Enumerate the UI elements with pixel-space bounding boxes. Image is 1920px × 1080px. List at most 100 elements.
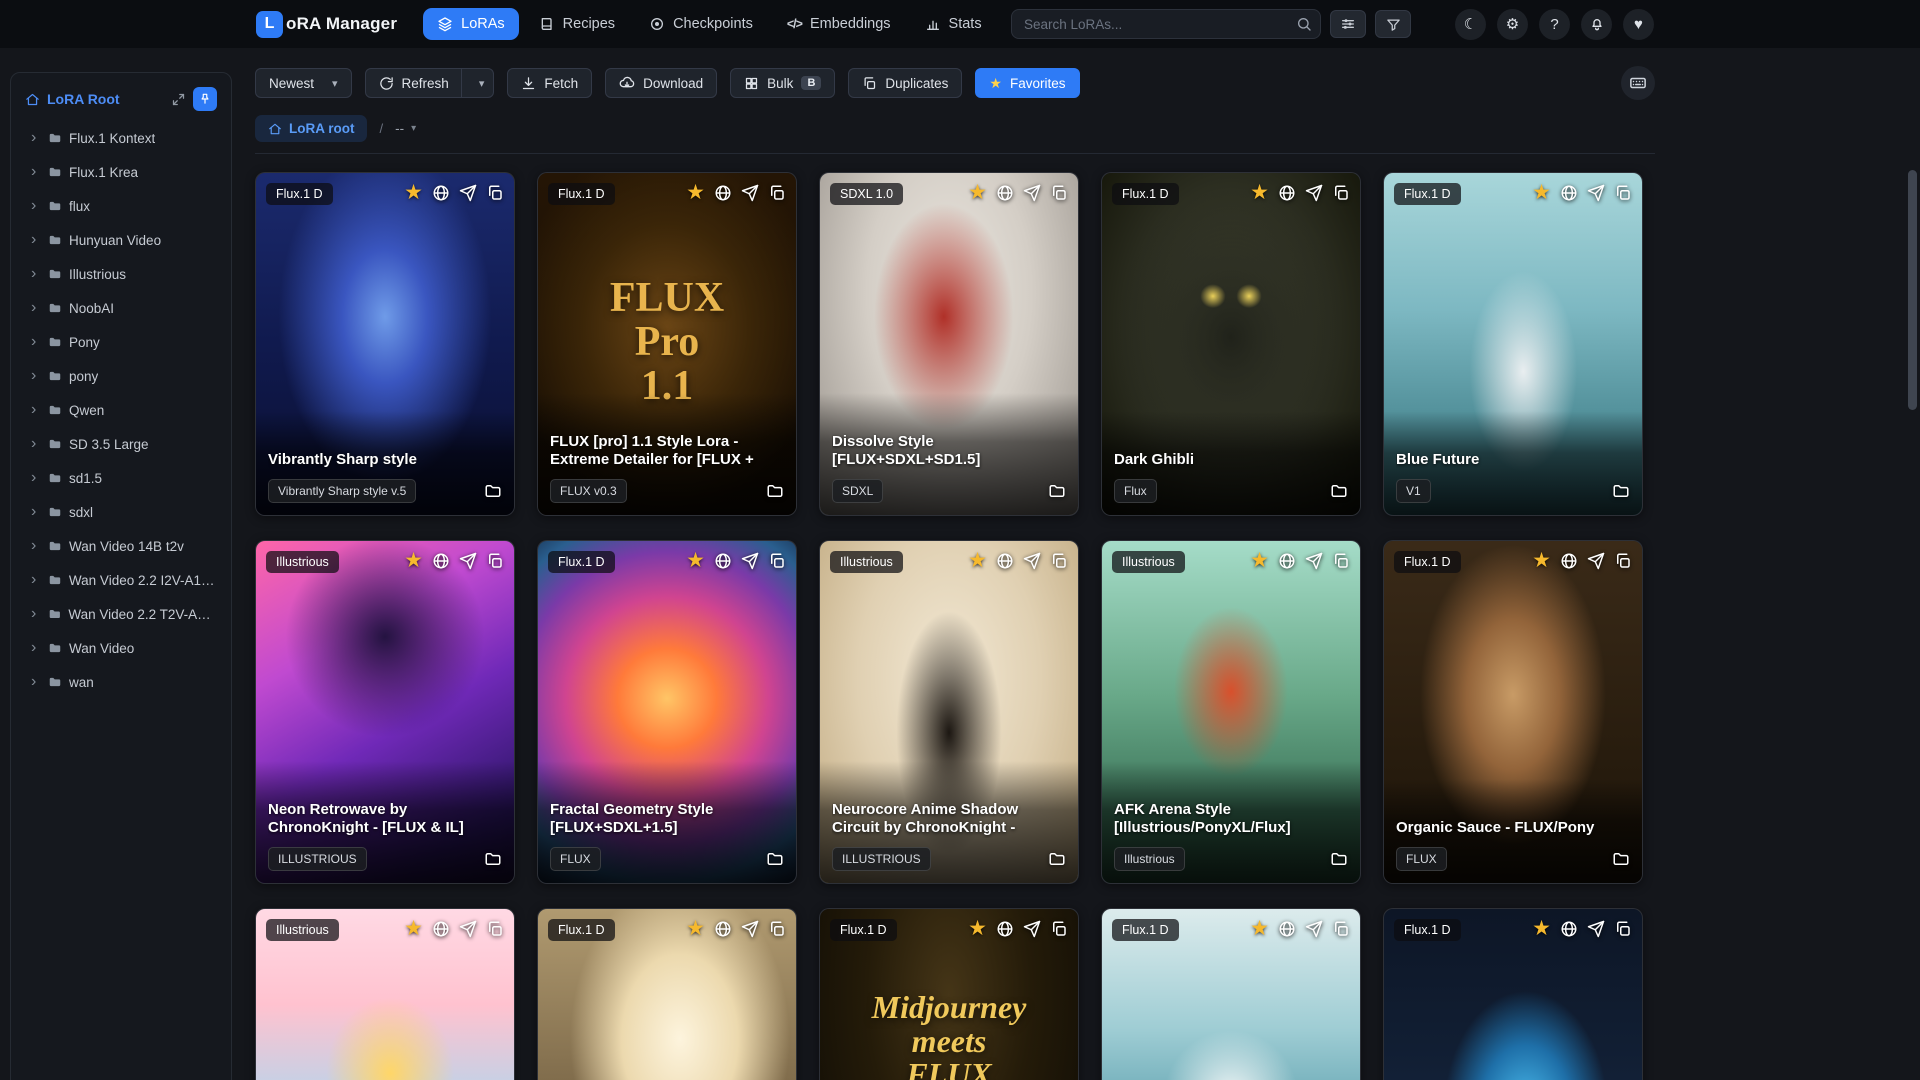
copy-icon[interactable] — [1614, 920, 1632, 938]
send-icon[interactable] — [741, 920, 759, 938]
send-icon[interactable] — [459, 184, 477, 202]
lora-card[interactable]: Flux.1 D ★ — [1101, 908, 1361, 1080]
send-icon[interactable] — [459, 552, 477, 570]
folder-icon[interactable] — [1330, 482, 1348, 500]
breadcrumb-root[interactable]: LoRA root — [255, 115, 368, 142]
globe-icon[interactable] — [996, 920, 1014, 938]
folder-icon[interactable] — [484, 850, 502, 868]
folder-icon[interactable] — [766, 482, 784, 500]
version-pill[interactable]: V1 — [1396, 479, 1431, 503]
globe-icon[interactable] — [432, 552, 450, 570]
nav-tab-loras[interactable]: LoRAs — [423, 8, 519, 40]
globe-icon[interactable] — [996, 552, 1014, 570]
copy-icon[interactable] — [768, 920, 786, 938]
copy-icon[interactable] — [1050, 920, 1068, 938]
filter-button[interactable] — [1375, 10, 1411, 38]
version-pill[interactable]: ILLUSTRIOUS — [268, 847, 367, 871]
sidebar-folder-item[interactable]: › SD 3.5 Large — [19, 427, 223, 461]
send-icon[interactable] — [459, 920, 477, 938]
folder-icon[interactable] — [1048, 850, 1066, 868]
globe-icon[interactable] — [714, 552, 732, 570]
lora-card[interactable]: SDXL 1.0 ★ Dissolve Style [FLUX+SDXL+SD1… — [819, 172, 1079, 516]
version-pill[interactable]: Flux — [1114, 479, 1157, 503]
chevron-right-icon[interactable]: › — [31, 334, 41, 350]
pin-sidebar-button[interactable] — [193, 87, 217, 111]
breadcrumb-current[interactable]: -- ▾ — [395, 121, 416, 136]
copy-icon[interactable] — [486, 920, 504, 938]
lora-card[interactable]: Flux.1 D ★ — [537, 908, 797, 1080]
sidebar-folder-item[interactable]: › Flux.1 Kontext — [19, 121, 223, 155]
version-pill[interactable]: ILLUSTRIOUS — [832, 847, 931, 871]
favorite-star-icon[interactable]: ★ — [686, 182, 705, 203]
copy-icon[interactable] — [1614, 184, 1632, 202]
send-icon[interactable] — [1305, 552, 1323, 570]
sidebar-folder-item[interactable]: › Flux.1 Krea — [19, 155, 223, 189]
send-icon[interactable] — [741, 552, 759, 570]
lora-card[interactable]: Illustrious ★ AFK Arena Style [Illustrio… — [1101, 540, 1361, 884]
version-pill[interactable]: FLUX — [550, 847, 601, 871]
sidebar-folder-item[interactable]: › wan — [19, 665, 223, 699]
chevron-right-icon[interactable]: › — [31, 436, 41, 452]
send-icon[interactable] — [1587, 184, 1605, 202]
favorite-star-icon[interactable]: ★ — [968, 550, 987, 571]
globe-icon[interactable] — [1560, 552, 1578, 570]
folder-icon[interactable] — [766, 850, 784, 868]
refresh-button[interactable]: Refresh ▾ — [364, 68, 495, 98]
sidebar-folder-item[interactable]: › Wan Video 2.2 T2V-A14B — [19, 597, 223, 631]
version-pill[interactable]: Illustrious — [1114, 847, 1185, 871]
chevron-right-icon[interactable]: › — [31, 232, 41, 248]
chevron-right-icon[interactable]: › — [31, 674, 41, 690]
version-pill[interactable]: FLUX v0.3 — [550, 479, 627, 503]
help-button[interactable]: ? — [1539, 8, 1570, 40]
scrollbar-thumb[interactable] — [1908, 170, 1917, 410]
sort-options-button[interactable] — [1330, 10, 1366, 38]
send-icon[interactable] — [1023, 184, 1041, 202]
sidebar-folder-item[interactable]: › pony — [19, 359, 223, 393]
copy-icon[interactable] — [1614, 552, 1632, 570]
download-button[interactable]: Download — [605, 68, 718, 98]
favorite-star-icon[interactable]: ★ — [404, 550, 423, 571]
copy-icon[interactable] — [1332, 552, 1350, 570]
nav-tab-recipes[interactable]: Recipes — [525, 8, 629, 40]
globe-icon[interactable] — [714, 920, 732, 938]
chevron-right-icon[interactable]: › — [31, 300, 41, 316]
sidebar-folder-item[interactable]: › sd1.5 — [19, 461, 223, 495]
copy-icon[interactable] — [1332, 184, 1350, 202]
chevron-right-icon[interactable]: › — [31, 504, 41, 520]
favorite-star-icon[interactable]: ★ — [1250, 918, 1269, 939]
lora-card[interactable]: Midjourney meets FLUX Flux.1 D ★ — [819, 908, 1079, 1080]
lora-card[interactable]: FLUX Pro 1.1 Flux.1 D ★ FLUX [pro] 1.1 S… — [537, 172, 797, 516]
lora-card[interactable]: Illustrious ★ Neon Retrowave by ChronoKn… — [255, 540, 515, 884]
sort-dropdown[interactable]: Newest ▾ — [255, 68, 352, 98]
favorite-star-icon[interactable]: ★ — [1532, 550, 1551, 571]
sidebar-folder-item[interactable]: › Illustrious — [19, 257, 223, 291]
settings-button[interactable]: ⚙ — [1497, 8, 1528, 40]
folder-icon[interactable] — [1048, 482, 1066, 500]
chevron-right-icon[interactable]: › — [31, 368, 41, 384]
send-icon[interactable] — [1023, 920, 1041, 938]
expand-all-button[interactable] — [171, 92, 186, 107]
send-icon[interactable] — [1305, 920, 1323, 938]
nav-tab-embeddings[interactable]: </> Embeddings — [773, 8, 905, 40]
sidebar-folder-item[interactable]: › Wan Video 2.2 I2V-A14B — [19, 563, 223, 597]
folder-icon[interactable] — [484, 482, 502, 500]
chevron-right-icon[interactable]: › — [31, 470, 41, 486]
chevron-right-icon[interactable]: › — [31, 198, 41, 214]
favorites-filter-button[interactable]: ★ Favorites — [975, 68, 1080, 98]
globe-icon[interactable] — [1278, 552, 1296, 570]
search-input[interactable] — [1011, 9, 1321, 39]
lora-card[interactable]: Illustrious ★ — [255, 908, 515, 1080]
chevron-right-icon[interactable]: › — [31, 572, 41, 588]
sidebar-folder-item[interactable]: › Wan Video — [19, 631, 223, 665]
sidebar-folder-item[interactable]: › Hunyuan Video — [19, 223, 223, 257]
favorite-star-icon[interactable]: ★ — [1250, 550, 1269, 571]
version-pill[interactable]: FLUX — [1396, 847, 1447, 871]
lora-card[interactable]: Flux.1 D ★ Fractal Geometry Style [FLUX+… — [537, 540, 797, 884]
send-icon[interactable] — [1305, 184, 1323, 202]
chevron-right-icon[interactable]: › — [31, 640, 41, 656]
lora-card[interactable]: Flux.1 D ★ — [1383, 908, 1643, 1080]
favorite-star-icon[interactable]: ★ — [404, 182, 423, 203]
chevron-right-icon[interactable]: › — [31, 538, 41, 554]
send-icon[interactable] — [1587, 920, 1605, 938]
app-logo[interactable]: L oRA Manager — [256, 10, 397, 38]
